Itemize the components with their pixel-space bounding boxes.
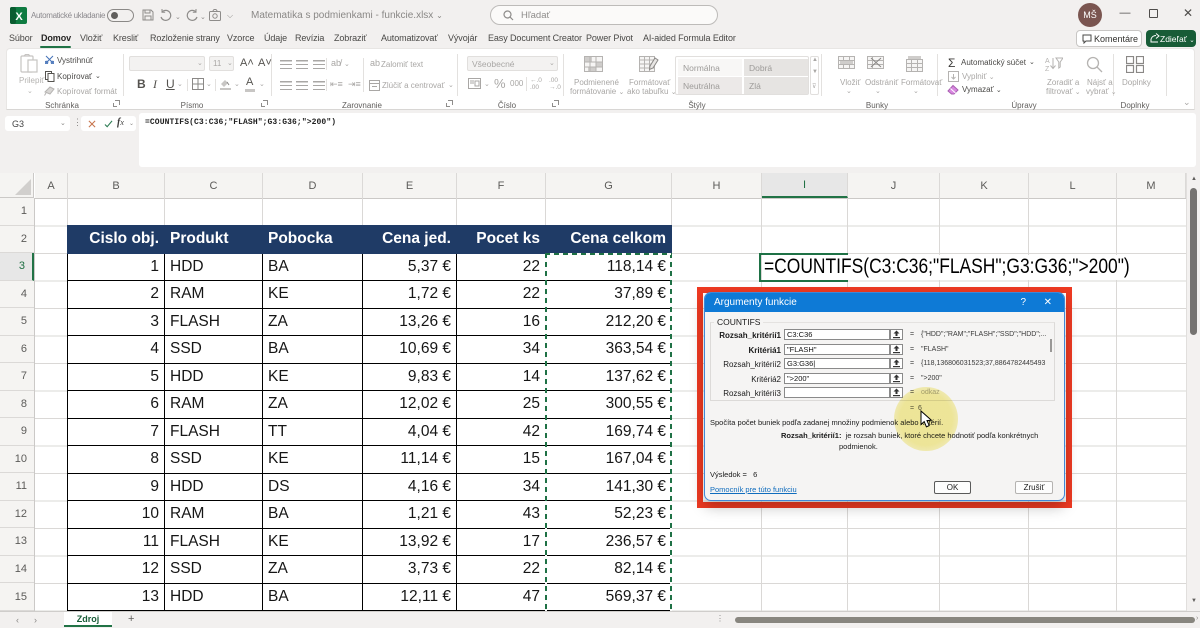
svg-text:Z: Z — [1045, 66, 1050, 72]
svg-text:X: X — [15, 11, 23, 23]
svg-text:A: A — [1045, 58, 1050, 65]
